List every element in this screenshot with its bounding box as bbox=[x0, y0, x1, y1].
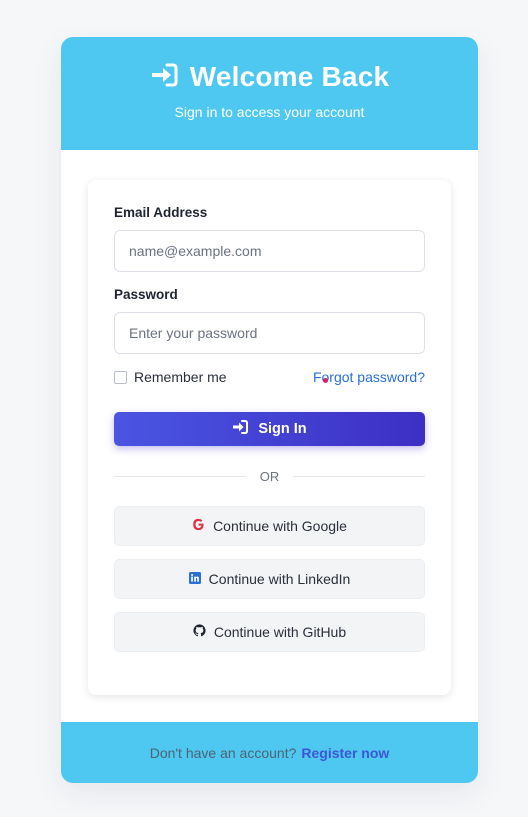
github-icon bbox=[193, 624, 206, 640]
page-subtitle: Sign in to access your account bbox=[174, 104, 365, 120]
login-form: Email Address Password Remember me Forgo… bbox=[88, 180, 451, 695]
sign-in-label: Sign In bbox=[258, 421, 307, 437]
or-divider: OR bbox=[114, 468, 425, 484]
header-title-row: Welcome Back bbox=[61, 61, 478, 93]
page-title: Welcome Back bbox=[189, 61, 390, 92]
login-body: Email Address Password Remember me Forgo… bbox=[61, 150, 478, 722]
login-footer: Don't have an account? Register now bbox=[61, 722, 478, 783]
email-label: Email Address bbox=[114, 205, 208, 220]
register-prompt: Don't have an account? bbox=[149, 744, 297, 761]
divider-line-right bbox=[293, 475, 425, 477]
google-icon bbox=[192, 518, 205, 534]
login-card: Welcome Back Sign in to access your acco… bbox=[61, 37, 478, 783]
form-options: Remember me Forgot password? bbox=[114, 368, 425, 386]
password-label: Password bbox=[114, 287, 178, 302]
remember-me-checkbox[interactable]: Remember me bbox=[114, 369, 227, 385]
google-button-label: Continue with Google bbox=[213, 518, 347, 534]
divider-line-left bbox=[114, 475, 246, 477]
forgot-password-label: Forgot password? bbox=[312, 369, 425, 385]
sign-in-button[interactable]: Sign In bbox=[114, 412, 425, 446]
github-sign-in-button[interactable]: Continue with GitHub bbox=[114, 612, 425, 652]
linkedin-button-label: Continue with LinkedIn bbox=[208, 571, 351, 587]
linkedin-sign-in-button[interactable]: Continue with LinkedIn bbox=[114, 559, 425, 599]
login-header: Welcome Back Sign in to access your acco… bbox=[61, 37, 478, 150]
linkedin-icon bbox=[188, 571, 201, 587]
email-field[interactable] bbox=[114, 230, 425, 272]
sign-in-icon bbox=[150, 63, 178, 92]
github-button-label: Continue with GitHub bbox=[213, 624, 347, 640]
divider-label: OR bbox=[259, 468, 280, 484]
remember-me-label: Remember me bbox=[134, 369, 227, 385]
forgot-password-link[interactable]: Forgot password? bbox=[313, 369, 425, 385]
sign-in-icon bbox=[232, 420, 249, 438]
register-link[interactable]: Register now bbox=[301, 745, 389, 761]
password-field[interactable] bbox=[114, 312, 425, 354]
cursor-dot bbox=[322, 378, 328, 383]
checkbox-box[interactable] bbox=[114, 370, 127, 384]
google-sign-in-button[interactable]: Continue with Google bbox=[114, 506, 425, 546]
